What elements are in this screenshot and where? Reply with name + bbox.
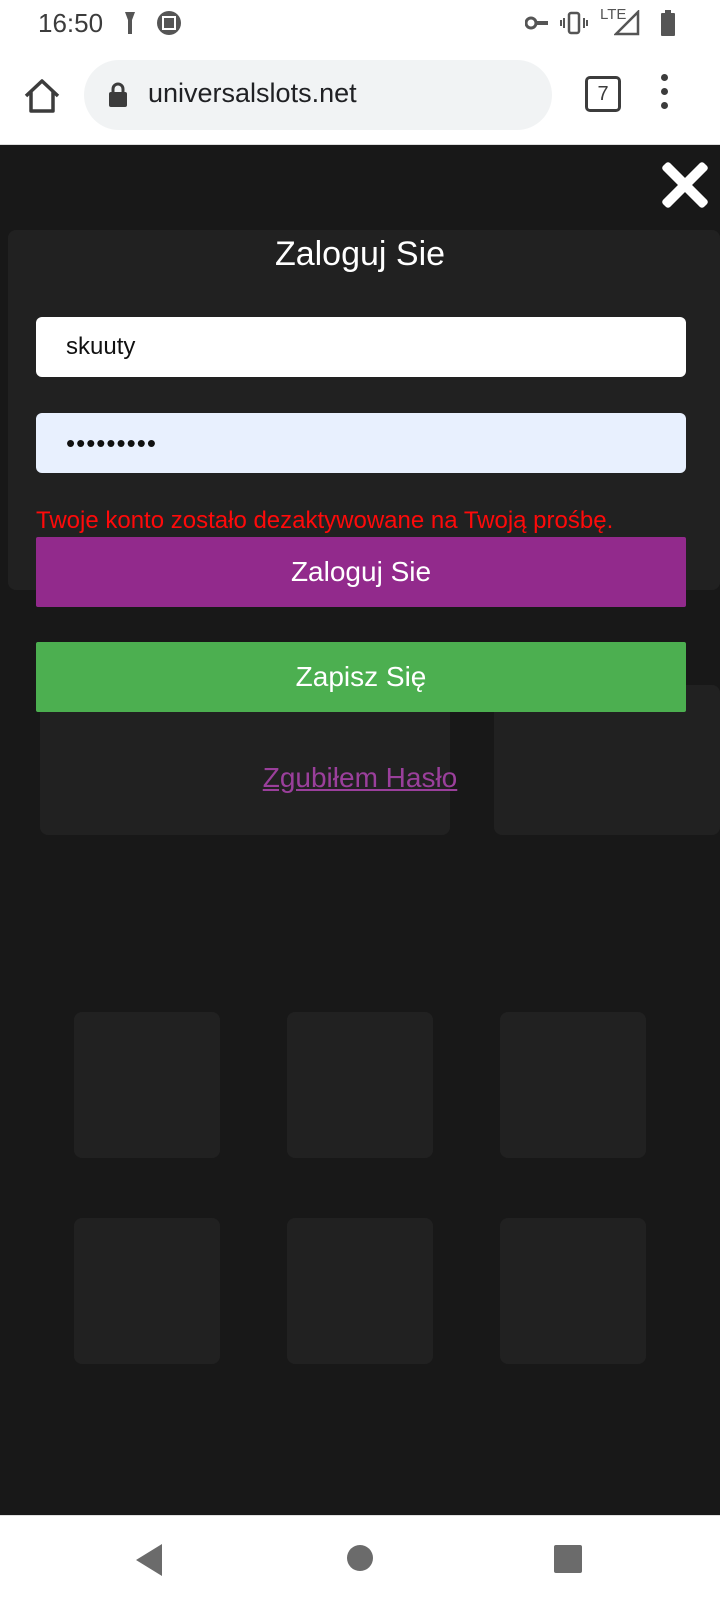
register-button[interactable]: Zapisz Się [36,642,686,712]
password-field[interactable] [36,413,686,473]
tabs-icon[interactable]: 7 [585,76,621,112]
status-time: 16:50 [38,8,104,38]
username-field[interactable] [36,317,686,377]
close-icon[interactable] [660,160,710,210]
signal-icon [614,10,640,36]
address-bar[interactable]: universalslots.net [84,60,552,130]
battery-icon [661,10,675,36]
flashlight-icon [125,12,135,34]
forgot-password-link[interactable]: Zgubiłem Hasło [0,762,720,794]
browser-toolbar: universalslots.net 7 [0,46,720,145]
login-button[interactable]: Zaloguj Sie [36,537,686,607]
key-icon [525,16,548,30]
status-bar: 16:50 LTE [0,0,720,46]
recents-icon[interactable] [554,1545,582,1573]
app-badge-icon [157,11,181,35]
home-icon[interactable] [22,76,62,116]
system-nav-bar [0,1515,720,1601]
lock-icon [109,82,127,107]
more-vert-icon[interactable] [656,74,672,116]
url-text[interactable]: universalslots.net [148,78,357,109]
error-message: Twoje konto zostało dezaktywowane na Two… [36,507,614,534]
modal-title: Zaloguj Sie [274,235,446,273]
back-icon[interactable] [136,1544,162,1576]
vibrate-icon [560,11,588,35]
home-circle-icon[interactable] [347,1545,373,1571]
